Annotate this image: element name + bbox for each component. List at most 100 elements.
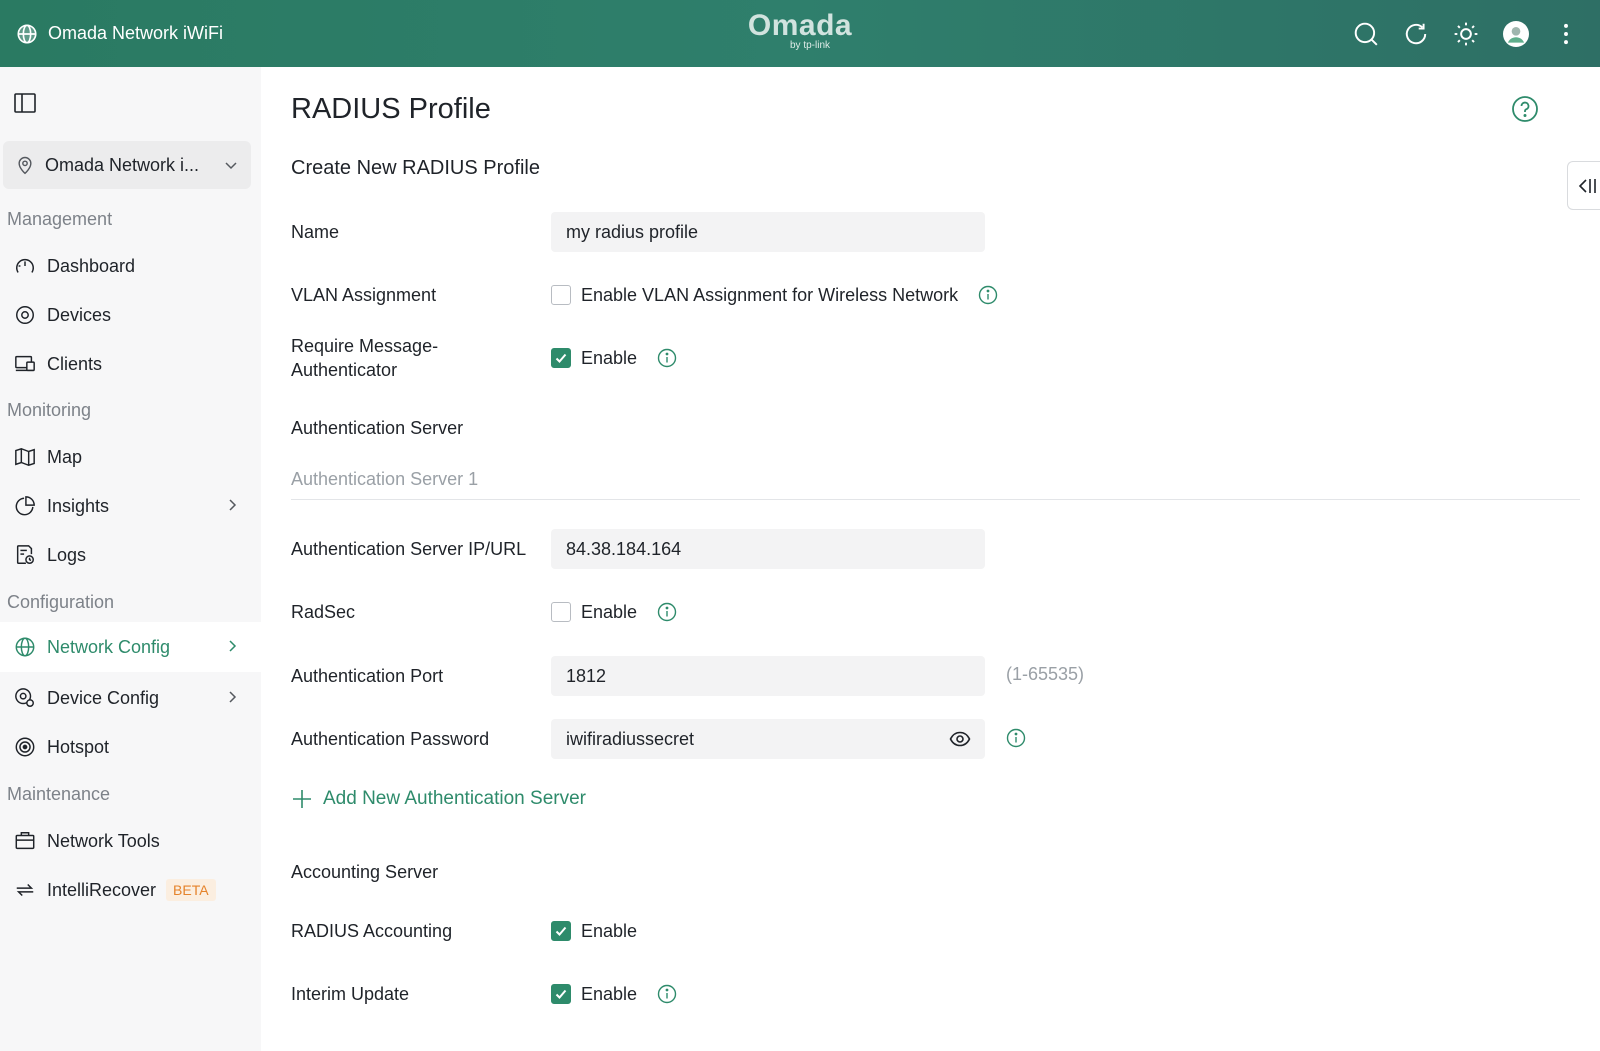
info-icon[interactable] [657,984,677,1004]
interim-update-checkbox[interactable] [551,984,571,1004]
theme-toggle-button[interactable] [1452,20,1480,48]
side-panel-toggle[interactable] [1567,161,1600,210]
logo-text: Omada [747,9,853,42]
radius-accounting-row: Enable [551,918,637,944]
sidebar-item-network-config[interactable]: Network Config [0,622,261,672]
chevron-right-icon [229,499,237,511]
info-icon[interactable] [657,348,677,368]
sun-icon [1454,22,1478,45]
check-icon [555,353,567,363]
globe-icon [17,23,37,44]
user-avatar-icon [1503,20,1529,47]
message-authenticator-checkbox[interactable] [551,348,571,368]
refresh-button[interactable] [1402,20,1430,48]
auth-server-ip-input[interactable]: 84.38.184.164 [551,529,985,569]
accounting-server-section-title: Accounting Server [291,862,439,882]
eye-icon[interactable] [949,729,971,749]
sidebar-item-label: Insights [47,495,110,516]
top-bar: Omada Network iWiFi Omada by tp-link [0,0,1600,67]
info-icon[interactable] [1006,728,1026,748]
sidebar-item-clients[interactable]: Clients [0,340,261,388]
check-icon [555,926,567,936]
sidebar-item-network-tools[interactable]: Network Tools [0,817,261,865]
sidebar-item-label: Devices [47,304,112,325]
vlan-assignment-row: Enable VLAN Assignment for Wireless Netw… [551,282,998,308]
sidebar-item-label: Hotspot [47,736,110,757]
authentication-server-section-title: Authentication Server [291,418,464,438]
site-selector[interactable]: Omada Network i... [3,141,251,189]
radsec-checkbox-label: Enable [581,601,638,622]
info-icon[interactable] [978,285,998,305]
globe-icon [14,636,36,658]
refresh-icon [1405,23,1427,44]
radsec-row: Enable [551,599,677,625]
site-title: Omada Network iWiFi [48,23,224,43]
more-menu-button[interactable] [1552,20,1580,48]
avatar[interactable] [1502,20,1530,48]
auth-password-input[interactable]: iwifiradiussecret [551,719,985,759]
hotspot-icon [14,736,36,758]
page-title: RADIUS Profile [291,93,491,125]
check-icon [555,989,567,999]
sidebar-collapse-icon[interactable] [14,93,36,113]
section-configuration: Configuration [7,592,115,612]
auth-server-ip-label: Authentication Server IP/URL [291,539,527,559]
info-icon[interactable] [657,602,677,622]
radius-accounting-checkbox[interactable] [551,921,571,941]
site-selector-value: Omada Network i... [45,154,200,175]
message-authenticator-label-line2: Authenticator [291,360,398,380]
message-authenticator-label-line1: Require Message- [291,336,439,356]
device-settings-icon [14,687,36,709]
auth-port-input[interactable]: 1812 [551,656,985,696]
sidebar-item-map[interactable]: Map [0,433,261,481]
main-content: RADIUS Profile Create New RADIUS Profile… [261,67,1600,1051]
section-maintenance: Maintenance [7,784,111,804]
top-bar-actions [1352,0,1580,67]
message-authenticator-checkbox-label: Enable [581,347,638,368]
omada-logo: Omada by tp-link [740,10,860,54]
sidebar-item-label: Network Config [47,636,171,657]
add-authentication-server-label: Add New Authentication Server [323,788,586,809]
name-input[interactable]: my radius profile [551,212,985,252]
sidebar-item-intellirecover[interactable]: IntelliRecover BETA [0,866,261,914]
auth-password-label: Authentication Password [291,729,490,749]
sidebar-item-label: Clients [47,353,103,374]
form-title: Create New RADIUS Profile [291,157,540,179]
clients-monitor-icon [14,353,36,375]
radsec-checkbox[interactable] [551,602,571,622]
auth-port-value: 1812 [566,665,607,686]
search-icon [1354,22,1378,46]
help-icon[interactable] [1511,95,1539,123]
interim-update-row: Enable [551,981,677,1007]
name-input-value: my radius profile [566,221,699,242]
section-management: Management [7,209,113,229]
sidebar-item-hotspot[interactable]: Hotspot [0,723,261,771]
toolbox-icon [14,830,36,852]
section-monitoring: Monitoring [7,400,92,420]
sidebar-item-devices[interactable]: Devices [0,291,261,339]
search-button[interactable] [1352,20,1380,48]
interim-update-label: Interim Update [291,984,410,1004]
sidebar-item-logs[interactable]: Logs [0,531,261,579]
auth-server-ip-value: 84.38.184.164 [566,538,682,559]
sidebar-item-label: Map [47,446,83,467]
sidebar-item-label: Logs [47,544,87,565]
authentication-server-1-caption: Authentication Server 1 [291,469,479,489]
chevron-right-icon [229,691,237,703]
plus-icon [293,790,311,808]
add-authentication-server-button[interactable]: Add New Authentication Server [291,788,586,810]
sidebar-item-dashboard[interactable]: Dashboard [0,242,261,290]
vlan-assignment-checkbox-label: Enable VLAN Assignment for Wireless Netw… [581,284,959,305]
map-icon [14,446,36,468]
auth-password-value: iwifiradiussecret [566,728,695,749]
auth-port-range-hint: (1-65535) [1006,664,1085,684]
divider [291,499,1580,500]
sidebar-item-label: IntelliRecover [47,879,157,900]
sidebar-item-insights[interactable]: Insights [0,482,261,530]
chevron-right-icon [229,640,237,652]
recover-arrows-icon [14,879,36,901]
sidebar-item-device-config[interactable]: Device Config [0,674,261,722]
radsec-label: RadSec [291,602,356,622]
vlan-assignment-checkbox[interactable] [551,285,571,305]
radius-accounting-label: RADIUS Accounting [291,921,453,941]
